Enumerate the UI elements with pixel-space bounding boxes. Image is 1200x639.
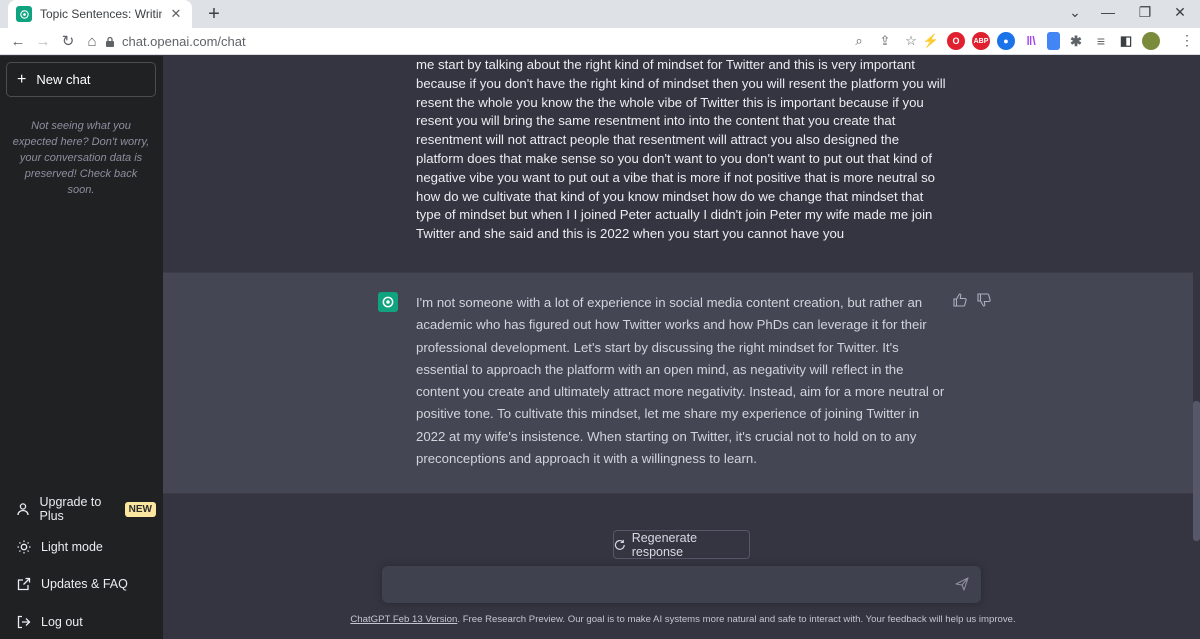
sidepanel-icon[interactable]: ◧ — [1117, 32, 1135, 50]
new-chat-button[interactable]: + New chat — [6, 62, 156, 97]
menu-kebab-icon[interactable]: ⋮ — [1180, 32, 1194, 49]
sidebar-item-label: Light mode — [41, 540, 103, 554]
extensions-row: ⚡ O ABP ● ‖\ ✱ ≡ ◧ — [922, 32, 1160, 50]
tab-close-icon[interactable]: ✕ — [168, 6, 184, 22]
sidebar-item-updates-faq[interactable]: Updates & FAQ — [6, 569, 156, 599]
home-icon[interactable]: ⌂ — [82, 32, 102, 52]
send-icon[interactable] — [955, 577, 969, 591]
new-tab-button[interactable]: + — [203, 3, 225, 25]
puzzle-icon[interactable]: ✱ — [1067, 32, 1085, 50]
regenerate-label: Regenerate response — [631, 530, 698, 559]
chatgpt-avatar-icon — [378, 292, 398, 312]
feedback-buttons — [953, 293, 991, 307]
logout-icon — [16, 614, 32, 630]
opera-icon[interactable]: O — [947, 32, 965, 50]
regenerate-icon — [614, 539, 625, 550]
footer-text: . Free Research Preview. Our goal is to … — [457, 614, 1016, 625]
reload-icon[interactable]: ↻ — [58, 32, 78, 52]
sidebar-item-label: Updates & FAQ — [41, 577, 128, 591]
minimize-icon[interactable]: — — [1098, 4, 1118, 20]
sidebar-item-log-out[interactable]: Log out — [6, 607, 156, 637]
lightning-icon[interactable]: ⚡ — [922, 32, 940, 50]
thumbs-down-icon[interactable] — [977, 293, 991, 307]
tab-title: Topic Sentences: Writing Tips. — [40, 7, 162, 21]
user-message: me start by talking about the right kind… — [416, 57, 946, 242]
regenerate-response-button[interactable]: Regenerate response — [613, 530, 750, 559]
scrollbar[interactable] — [1193, 401, 1200, 541]
new-chat-label: New chat — [36, 72, 91, 87]
assistant-message: I'm not someone with a lot of experience… — [416, 295, 945, 467]
browser-tab-bar: Topic Sentences: Writing Tips. ✕ + ⌄ — ❐… — [0, 0, 1200, 28]
footer-disclaimer: ChatGPT Feb 13 Version. Free Research Pr… — [283, 614, 1083, 625]
new-badge: NEW — [124, 501, 156, 517]
sidebar-item-label: Upgrade to Plus — [39, 495, 102, 523]
sidebar-item-label: Log out — [41, 615, 83, 629]
adblock-icon[interactable]: ABP — [972, 32, 990, 50]
close-window-icon[interactable]: ✕ — [1170, 4, 1190, 21]
extension-blue-icon[interactable]: ● — [997, 32, 1015, 50]
external-link-icon — [16, 576, 32, 592]
bookmark-star-icon[interactable]: ☆ — [902, 32, 920, 50]
sun-icon — [16, 539, 32, 555]
url-text: chat.openai.com/chat — [122, 34, 246, 49]
docs-icon[interactable] — [1047, 32, 1060, 50]
sidebar-note: Not seeing what you expected here? Don't… — [12, 120, 150, 196]
tab-search-chevron-icon[interactable]: ⌄ — [1065, 4, 1085, 21]
user-icon — [16, 501, 30, 517]
assistant-message-block: I'm not someone with a lot of experience… — [163, 272, 1193, 494]
thumbs-up-icon[interactable] — [953, 293, 967, 307]
profile-avatar[interactable] — [1142, 32, 1160, 50]
lock-icon — [106, 36, 114, 47]
message-input[interactable] — [394, 574, 944, 595]
share-icon[interactable]: ⇪ — [876, 32, 894, 50]
zoom-icon[interactable]: ⌕ — [850, 32, 868, 50]
sidebar-item-upgrade[interactable]: Upgrade to Plus NEW — [6, 494, 156, 524]
browser-toolbar: ← → ↻ ⌂ chat.openai.com/chat ⌕ ⇪ ☆ ⚡ O A… — [0, 28, 1200, 55]
address-bar[interactable]: chat.openai.com/chat ⌕ ⇪ ☆ — [104, 30, 920, 53]
library-icon[interactable]: ‖\ — [1022, 32, 1040, 50]
version-link[interactable]: ChatGPT Feb 13 Version — [350, 614, 457, 625]
omnibox-actions: ⌕ ⇪ ☆ — [850, 32, 920, 50]
back-icon[interactable]: ← — [8, 32, 28, 52]
chat-main: me start by talking about the right kind… — [163, 56, 1200, 639]
browser-tab[interactable]: Topic Sentences: Writing Tips. ✕ — [8, 0, 192, 28]
openai-favicon-icon — [16, 6, 32, 22]
forward-icon[interactable]: → — [33, 32, 53, 52]
media-list-icon[interactable]: ≡ — [1092, 32, 1110, 50]
sidebar: + New chat Not seeing what you expected … — [0, 56, 163, 639]
restore-icon[interactable]: ❐ — [1135, 4, 1155, 21]
message-composer — [382, 566, 981, 603]
plus-icon: + — [17, 70, 27, 88]
sidebar-item-light-mode[interactable]: Light mode — [6, 532, 156, 562]
